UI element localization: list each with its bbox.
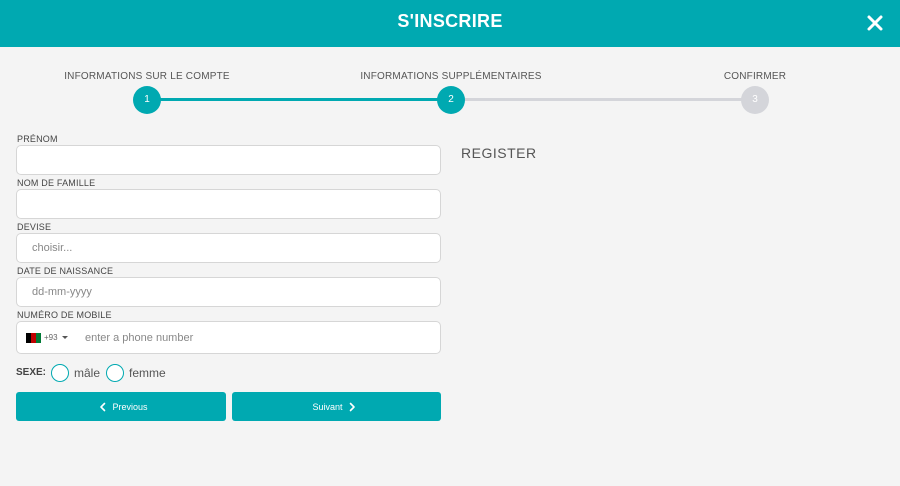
step-connector-1 bbox=[147, 98, 451, 101]
gender-label: SEXE: bbox=[16, 367, 47, 378]
dial-code[interactable]: +93 bbox=[44, 333, 58, 342]
birthdate-label: DATE DE NAISSANCE bbox=[17, 266, 114, 276]
step-circle-3[interactable]: 3 bbox=[741, 86, 769, 114]
chevron-right-icon bbox=[349, 402, 355, 411]
progress-stepper: INFORMATIONS SUR LE COMPTE INFORMATIONS … bbox=[0, 47, 900, 127]
phone-number-input[interactable] bbox=[85, 329, 425, 347]
afghanistan-flag-icon[interactable] bbox=[26, 333, 41, 343]
currency-label: DEVISE bbox=[17, 222, 52, 232]
last-name-input[interactable] bbox=[16, 189, 441, 219]
gender-option-male[interactable]: mâle bbox=[74, 366, 100, 380]
step-circle-1[interactable]: 1 bbox=[133, 86, 161, 114]
modal-title: S'INSCRIRE bbox=[397, 11, 503, 31]
step-label-confirm: CONFIRMER bbox=[723, 71, 787, 82]
close-icon[interactable] bbox=[864, 12, 886, 34]
dial-code-caret-icon[interactable] bbox=[62, 336, 68, 339]
previous-button[interactable]: Previous bbox=[16, 392, 226, 421]
currency-select[interactable] bbox=[16, 233, 441, 263]
phone-field: +93 bbox=[16, 321, 441, 354]
gender-radio-female[interactable] bbox=[106, 364, 124, 382]
register-heading: REGISTER bbox=[461, 145, 537, 161]
gender-radio-male[interactable] bbox=[51, 364, 69, 382]
gender-option-female[interactable]: femme bbox=[129, 366, 166, 380]
previous-button-label: Previous bbox=[112, 401, 148, 412]
next-button-label: Suivant bbox=[312, 401, 343, 412]
first-name-label: PRÉNOM bbox=[17, 134, 58, 144]
modal-header: S'INSCRIRE bbox=[0, 0, 900, 47]
step-label-additional: INFORMATIONS SUPPLÉMENTAIRES bbox=[360, 71, 542, 82]
chevron-left-icon bbox=[100, 402, 106, 411]
next-button[interactable]: Suivant bbox=[232, 392, 441, 421]
step-connector-2 bbox=[451, 98, 755, 101]
step-label-account: INFORMATIONS SUR LE COMPTE bbox=[64, 71, 230, 82]
last-name-label: NOM DE FAMILLE bbox=[17, 178, 96, 188]
step-circle-2[interactable]: 2 bbox=[437, 86, 465, 114]
first-name-input[interactable] bbox=[16, 145, 441, 175]
mobile-label: NUMÉRO DE MOBILE bbox=[17, 310, 112, 320]
birthdate-input[interactable] bbox=[16, 277, 441, 307]
